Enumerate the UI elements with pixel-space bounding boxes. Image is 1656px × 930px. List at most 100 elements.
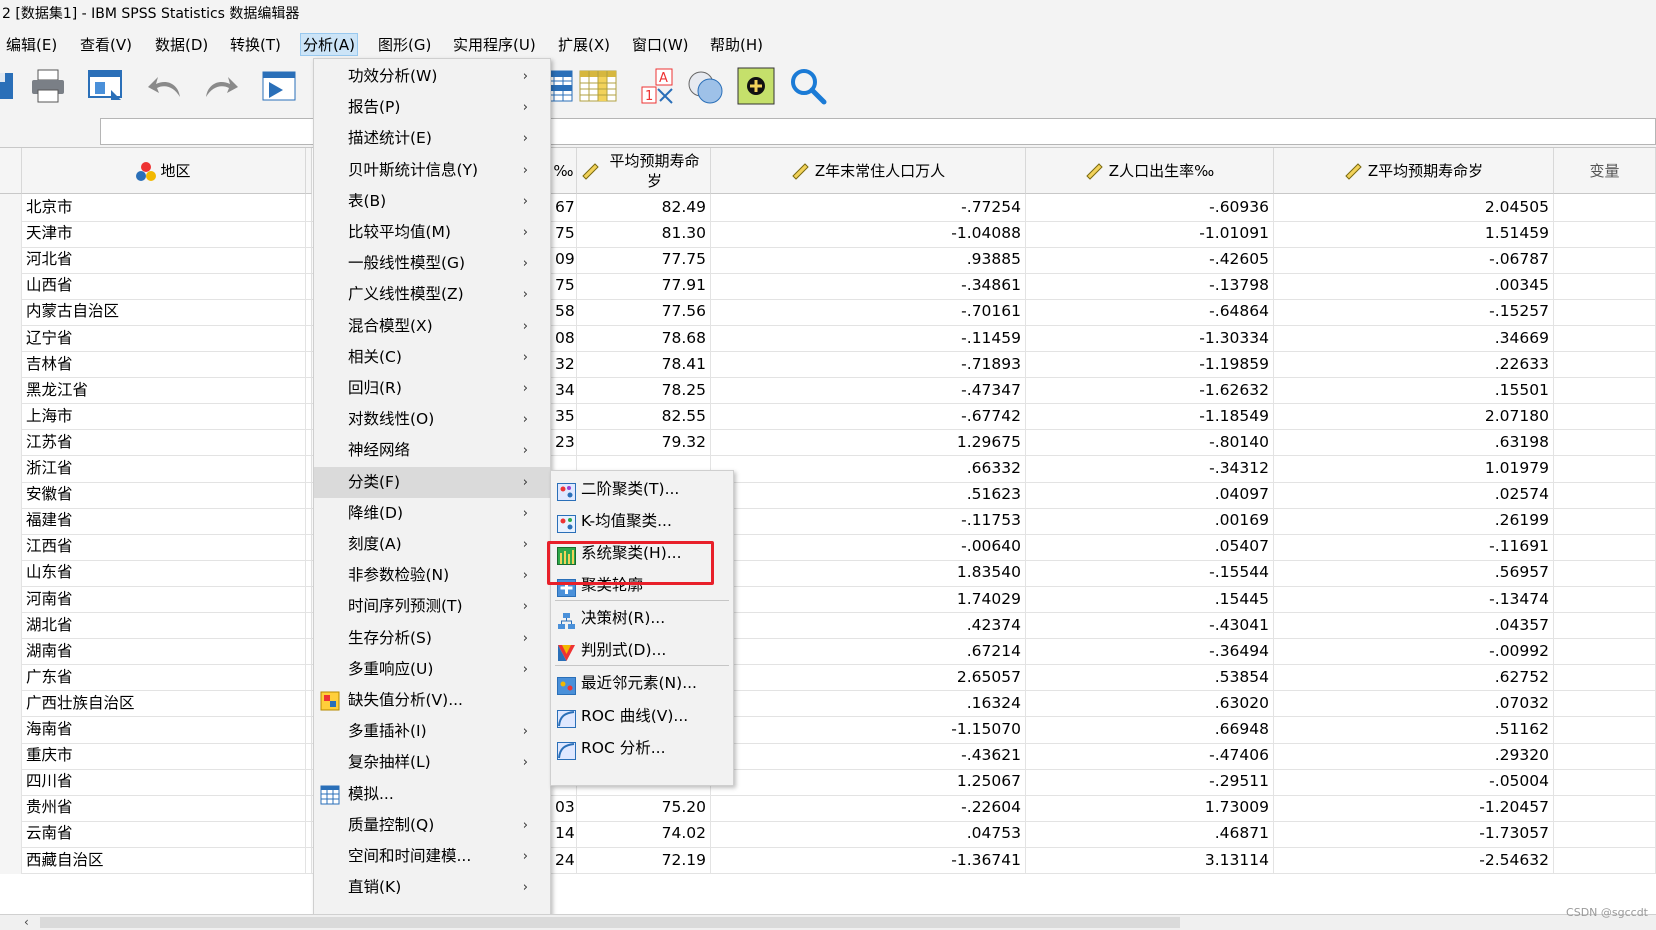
- grid-cell[interactable]: .16324: [711, 689, 1026, 717]
- grid-cell-empty[interactable]: [1554, 768, 1656, 796]
- row-number-cell[interactable]: [0, 428, 22, 456]
- grid-cell[interactable]: -1.15070: [711, 716, 1026, 743]
- grid-cell[interactable]: -1.04088: [711, 220, 1026, 248]
- grid-cell[interactable]: .63198: [1274, 428, 1554, 456]
- grid-cell[interactable]: 81.30: [577, 220, 711, 248]
- scroll-left-icon[interactable]: ‹: [24, 915, 29, 929]
- grid-cell-empty[interactable]: [1554, 533, 1656, 561]
- row-number-cell[interactable]: [0, 794, 22, 822]
- menu-data[interactable]: 数据(D): [155, 34, 208, 55]
- grid-cell[interactable]: 云南省: [22, 820, 306, 848]
- row-number-cell[interactable]: [0, 637, 22, 665]
- row-number-cell[interactable]: [0, 611, 22, 639]
- grid-cell[interactable]: 75.20: [577, 794, 711, 822]
- grid-cell[interactable]: 2.07180: [1274, 402, 1554, 430]
- grid-cell[interactable]: .02574: [1274, 481, 1554, 509]
- grid-cell[interactable]: -.11753: [711, 507, 1026, 535]
- grid-cell[interactable]: 吉林省: [22, 350, 306, 378]
- grid-cell[interactable]: .62752: [1274, 663, 1554, 691]
- row-number-cell[interactable]: [0, 455, 22, 482]
- column-header-z-birth-rate[interactable]: Z人口出生率‰: [1026, 148, 1274, 194]
- analyze-menu-item[interactable]: 广义线性模型(Z) ›: [314, 279, 550, 310]
- analyze-menu-item[interactable]: 表(B) ›: [314, 186, 550, 217]
- analyze-menu-item[interactable]: 神经网络 ›: [314, 435, 550, 466]
- grid-cell[interactable]: 1.01979: [1274, 455, 1554, 482]
- grid-cell[interactable]: 74.02: [577, 820, 711, 848]
- grid-cell-empty[interactable]: [1554, 350, 1656, 378]
- grid-cell[interactable]: 浙江省: [22, 455, 306, 482]
- column-header-life-expectancy[interactable]: 平均预期寿命岁: [577, 148, 711, 194]
- grid-cell[interactable]: 河南省: [22, 585, 306, 613]
- analyze-menu-item[interactable]: 分类(F) ›: [314, 466, 550, 498]
- grid-cell[interactable]: -.11459: [711, 324, 1026, 352]
- analyze-menu-item[interactable]: 质量控制(Q) ›: [314, 810, 550, 841]
- row-number-cell[interactable]: [0, 298, 22, 326]
- grid-cell[interactable]: 安徽省: [22, 481, 306, 509]
- grid-cell[interactable]: -.06787: [1274, 246, 1554, 274]
- column-header-region[interactable]: 地区: [22, 148, 306, 194]
- grid-cell[interactable]: 天津市: [22, 220, 306, 248]
- grid-cell[interactable]: 1.74029: [711, 585, 1026, 613]
- grid-cell-empty[interactable]: [1554, 716, 1656, 743]
- classify-submenu-item[interactable]: ROC 分析...: [551, 732, 733, 764]
- grid-cell[interactable]: -.13474: [1274, 585, 1554, 613]
- analyze-menu-item[interactable]: 多重插补(I) ›: [314, 716, 550, 747]
- row-number-cell[interactable]: [0, 272, 22, 300]
- grid-cell[interactable]: .15445: [1026, 585, 1274, 613]
- grid-cell[interactable]: .93885: [711, 246, 1026, 274]
- grid-cell[interactable]: -.36494: [1026, 637, 1274, 665]
- grid-cell[interactable]: .53854: [1026, 663, 1274, 691]
- grid-cell[interactable]: -.34312: [1026, 455, 1274, 482]
- grid-cell[interactable]: 2.65057: [711, 663, 1026, 691]
- grid-cell[interactable]: 山西省: [22, 272, 306, 300]
- grid-cell[interactable]: -.47406: [1026, 742, 1274, 770]
- row-number-cell[interactable]: [0, 689, 22, 717]
- grid-cell[interactable]: 黑龙江省: [22, 376, 306, 404]
- row-number-cell[interactable]: [0, 402, 22, 430]
- grid-cell[interactable]: .67214: [711, 637, 1026, 665]
- grid-cell[interactable]: 67: [551, 194, 577, 221]
- grid-cell-empty[interactable]: [1554, 481, 1656, 509]
- goto-case-icon[interactable]: [258, 64, 302, 108]
- print-icon[interactable]: [26, 64, 70, 108]
- grid-cell-empty[interactable]: [1554, 611, 1656, 639]
- grid-cell-empty[interactable]: [1554, 324, 1656, 352]
- grid-cell[interactable]: .51623: [711, 481, 1026, 509]
- grid-cell-empty[interactable]: [1554, 689, 1656, 717]
- analyze-menu-item[interactable]: 模拟...: [314, 779, 550, 810]
- row-number-cell[interactable]: [0, 220, 22, 248]
- analyze-menu-item[interactable]: 贝叶斯统计信息(Y) ›: [314, 155, 550, 186]
- grid-cell-empty[interactable]: [1554, 637, 1656, 665]
- grid-cell-empty[interactable]: [1554, 194, 1656, 221]
- grid-cell-empty[interactable]: [1554, 428, 1656, 456]
- grid-cell[interactable]: -.29511: [1026, 768, 1274, 796]
- grid-cell[interactable]: 77.91: [577, 272, 711, 300]
- row-number-cell[interactable]: [0, 350, 22, 378]
- analyze-menu-item[interactable]: 直销(K) ›: [314, 872, 550, 903]
- save-icon[interactable]: [0, 64, 22, 108]
- grid-cell[interactable]: .00345: [1274, 272, 1554, 300]
- analyze-menu-item[interactable]: 多重响应(U) ›: [314, 654, 550, 685]
- grid-cell[interactable]: 1.73009: [1026, 794, 1274, 822]
- grid-cell[interactable]: -.67742: [711, 402, 1026, 430]
- grid-cell[interactable]: 湖北省: [22, 611, 306, 639]
- split-file-icon[interactable]: [576, 64, 620, 108]
- grid-cell[interactable]: .05407: [1026, 533, 1274, 561]
- grid-cell[interactable]: -1.30334: [1026, 324, 1274, 352]
- grid-cell[interactable]: 湖南省: [22, 637, 306, 665]
- analyze-menu-item[interactable]: 一般线性模型(G) ›: [314, 248, 550, 279]
- grid-cell[interactable]: .26199: [1274, 507, 1554, 535]
- column-header-empty-var[interactable]: 变量: [1554, 148, 1656, 194]
- row-number-cell[interactable]: [0, 768, 22, 796]
- grid-cell-empty[interactable]: [1554, 820, 1656, 848]
- grid-cell[interactable]: -.00640: [711, 533, 1026, 561]
- grid-cell[interactable]: 08: [551, 324, 577, 352]
- grid-cell[interactable]: -1.19859: [1026, 350, 1274, 378]
- grid-cell[interactable]: -.15257: [1274, 298, 1554, 326]
- analyze-menu-item[interactable]: 对数线性(O) ›: [314, 404, 550, 435]
- analyze-menu-item[interactable]: 缺失值分析(V)...: [314, 685, 550, 716]
- grid-cell[interactable]: 82.55: [577, 402, 711, 430]
- menu-transform[interactable]: 转换(T): [230, 34, 281, 55]
- grid-cell[interactable]: 广东省: [22, 663, 306, 691]
- row-number-cell[interactable]: [0, 820, 22, 848]
